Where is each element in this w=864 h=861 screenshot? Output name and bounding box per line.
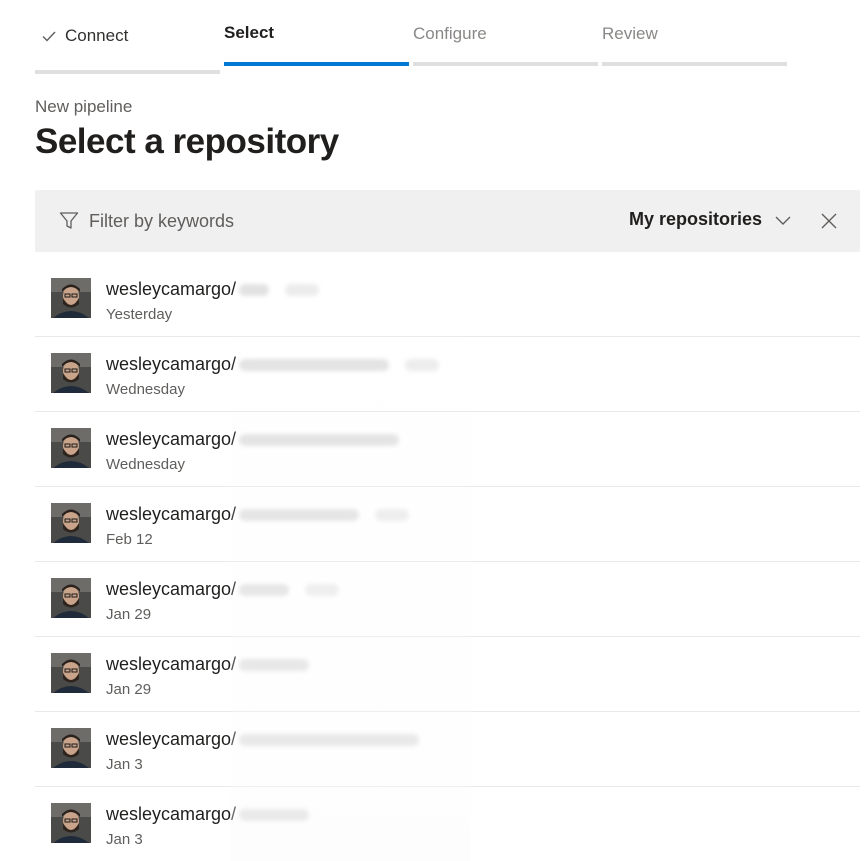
repository-owner: wesleycamargo/: [106, 579, 237, 599]
user-avatar-icon: [51, 278, 91, 318]
avatar: [51, 428, 91, 468]
repository-updated-date: Jan 29: [106, 606, 152, 623]
repository-name-redacted: [239, 658, 310, 671]
user-avatar-icon: [51, 578, 91, 618]
repository-name-redacted: [239, 583, 290, 596]
close-icon[interactable]: [818, 210, 840, 232]
chevron-down-icon: [775, 216, 791, 225]
repository-updated-date: Jan 3: [106, 756, 143, 773]
repository-owner: wesleycamargo/: [106, 729, 237, 749]
repository-updated-date: Wednesday: [106, 381, 185, 398]
repository-row[interactable]: wesleycamargo/ Wednesday: [35, 337, 860, 412]
checkmark-icon: [42, 31, 56, 42]
repository-updated-date: Jan 3: [106, 831, 143, 848]
filter-keywords-input[interactable]: [89, 206, 489, 236]
avatar: [51, 353, 91, 393]
avatar: [51, 278, 91, 318]
repository-list: wesleycamargo/ Yesterday wesleycamargo/ …: [35, 262, 860, 861]
repository-owner: wesleycamargo/: [106, 279, 237, 299]
repository-scope-label: My repositories: [629, 209, 763, 229]
avatar: [51, 503, 91, 543]
repository-name-redacted: [239, 508, 360, 521]
step-connect[interactable]: Connect: [35, 18, 220, 74]
repository-name-redacted: [239, 808, 310, 821]
user-avatar-icon: [51, 428, 91, 468]
repository-tag-redacted: [405, 358, 440, 371]
wizard-stepper: Connect Select Configure Review: [35, 18, 787, 74]
repository-updated-date: Wednesday: [106, 456, 185, 473]
repository-name: wesleycamargo/: [106, 504, 410, 525]
avatar: [51, 728, 91, 768]
avatar: [51, 578, 91, 618]
repository-row[interactable]: wesleycamargo/ Feb 12: [35, 487, 860, 562]
repository-row[interactable]: wesleycamargo/ Jan 3: [35, 712, 860, 787]
step-label: Configure: [413, 24, 487, 43]
avatar: [51, 653, 91, 693]
repository-name-redacted: [239, 358, 390, 371]
step-label: Select: [224, 23, 275, 42]
step-review[interactable]: Review: [602, 18, 787, 66]
page-subtitle: New pipeline: [35, 97, 133, 116]
repository-owner: wesleycamargo/: [106, 504, 237, 524]
avatar: [51, 803, 91, 843]
user-avatar-icon: [51, 728, 91, 768]
repository-updated-date: Feb 12: [106, 531, 153, 548]
repository-name-redacted: [239, 283, 270, 296]
step-configure[interactable]: Configure: [413, 18, 598, 66]
repository-name-redacted: [239, 433, 400, 446]
repository-owner: wesleycamargo/: [106, 429, 237, 449]
user-avatar-icon: [51, 653, 91, 693]
filter-bar: My repositories: [35, 190, 860, 252]
filter-icon: [59, 212, 79, 229]
repository-name: wesleycamargo/: [106, 579, 340, 600]
repository-owner: wesleycamargo/: [106, 354, 237, 374]
user-avatar-icon: [51, 353, 91, 393]
repository-owner: wesleycamargo/: [106, 804, 237, 824]
repository-name: wesleycamargo/: [106, 279, 320, 300]
repository-updated-date: Jan 29: [106, 681, 152, 698]
repository-tag-redacted: [305, 583, 340, 596]
page-title: Select a repository: [35, 122, 339, 161]
repository-row[interactable]: wesleycamargo/ Jan 3: [35, 787, 860, 861]
step-label: Review: [602, 24, 658, 43]
repository-row[interactable]: wesleycamargo/ Jan 29: [35, 637, 860, 712]
repository-tag-redacted: [285, 283, 320, 296]
repository-scope-dropdown[interactable]: My repositories: [629, 209, 792, 230]
repository-updated-date: Yesterday: [106, 306, 173, 323]
repository-row[interactable]: wesleycamargo/ Yesterday: [35, 262, 860, 337]
repository-name-redacted: [239, 733, 420, 746]
step-progress-bar: [224, 62, 409, 66]
repository-tag-redacted: [375, 508, 410, 521]
step-select[interactable]: Select: [224, 18, 409, 66]
repository-name: wesleycamargo/: [106, 654, 310, 675]
step-progress-bar: [35, 70, 220, 74]
step-label: Connect: [65, 26, 129, 45]
repository-name: wesleycamargo/: [106, 354, 440, 375]
repository-owner: wesleycamargo/: [106, 654, 237, 674]
new-pipeline-page: Connect Select Configure Review New pipe…: [0, 0, 864, 861]
step-progress-bar: [413, 62, 598, 66]
repository-row[interactable]: wesleycamargo/ Jan 29: [35, 562, 860, 637]
user-avatar-icon: [51, 503, 91, 543]
user-avatar-icon: [51, 803, 91, 843]
repository-name: wesleycamargo/: [106, 804, 310, 825]
repository-name: wesleycamargo/: [106, 429, 400, 450]
repository-name: wesleycamargo/: [106, 729, 420, 750]
step-progress-bar: [602, 62, 787, 66]
repository-row[interactable]: wesleycamargo/ Wednesday: [35, 412, 860, 487]
